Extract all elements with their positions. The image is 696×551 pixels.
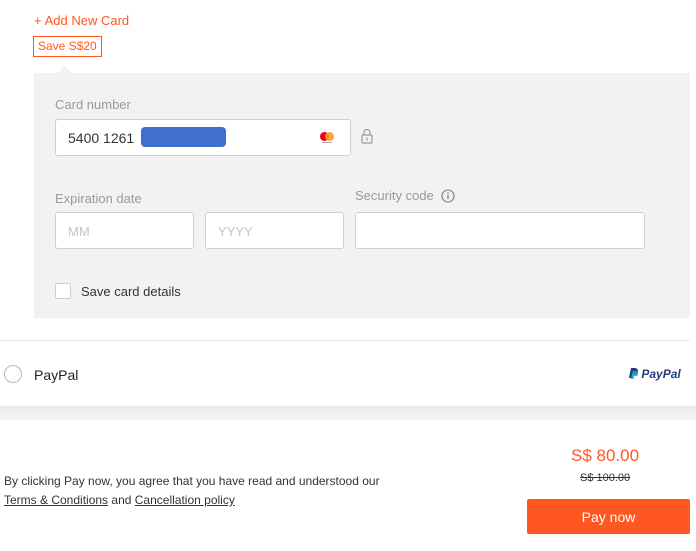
save-badge: Save S$20	[33, 36, 102, 57]
pay-now-button[interactable]: Pay now	[527, 499, 690, 534]
total-price: S$ 80.00	[571, 446, 640, 465]
save-card-checkbox[interactable]	[55, 283, 71, 299]
lock-icon	[361, 128, 373, 144]
security-code-label: Security code	[355, 188, 434, 203]
card-number-input[interactable]: 5400 1261	[55, 119, 351, 156]
add-new-card-label: Add New Card	[44, 13, 130, 28]
terms-row: Terms & Conditions and Cancellation poli…	[4, 493, 235, 507]
redacted-digits	[141, 127, 226, 147]
security-code-input[interactable]	[355, 212, 645, 249]
paypal-logo-text: PayPal	[641, 367, 681, 381]
paypal-p-icon	[629, 368, 639, 379]
expiration-date-label: Expiration date	[55, 191, 142, 206]
agreement-text: By clicking Pay now, you agree that you …	[4, 474, 380, 488]
year-placeholder: YYYY	[218, 224, 253, 239]
terms-link[interactable]: Terms & Conditions	[4, 493, 108, 507]
info-icon[interactable]	[441, 189, 455, 203]
save-card-label: Save card details	[81, 284, 181, 299]
paypal-logo: PayPal	[628, 367, 681, 381]
panel-pointer	[58, 66, 72, 73]
original-price: S$ 100.00	[580, 472, 631, 484]
expiry-month-input[interactable]: MM	[55, 212, 194, 249]
divider	[0, 340, 690, 341]
paypal-label: PayPal	[34, 367, 79, 383]
paypal-radio[interactable]	[4, 365, 22, 383]
section-separator	[0, 406, 696, 420]
cancellation-policy-link[interactable]: Cancellation policy	[135, 493, 235, 507]
plus-icon: +	[34, 13, 42, 28]
add-new-card-link[interactable]: + Add New Card	[34, 13, 129, 28]
card-number-value: 5400 1261	[68, 130, 135, 146]
expiry-year-input[interactable]: YYYY	[205, 212, 344, 249]
mastercard-icon	[320, 132, 334, 143]
month-placeholder: MM	[68, 224, 90, 239]
and-text: and	[111, 493, 132, 507]
card-number-label: Card number	[55, 97, 131, 112]
